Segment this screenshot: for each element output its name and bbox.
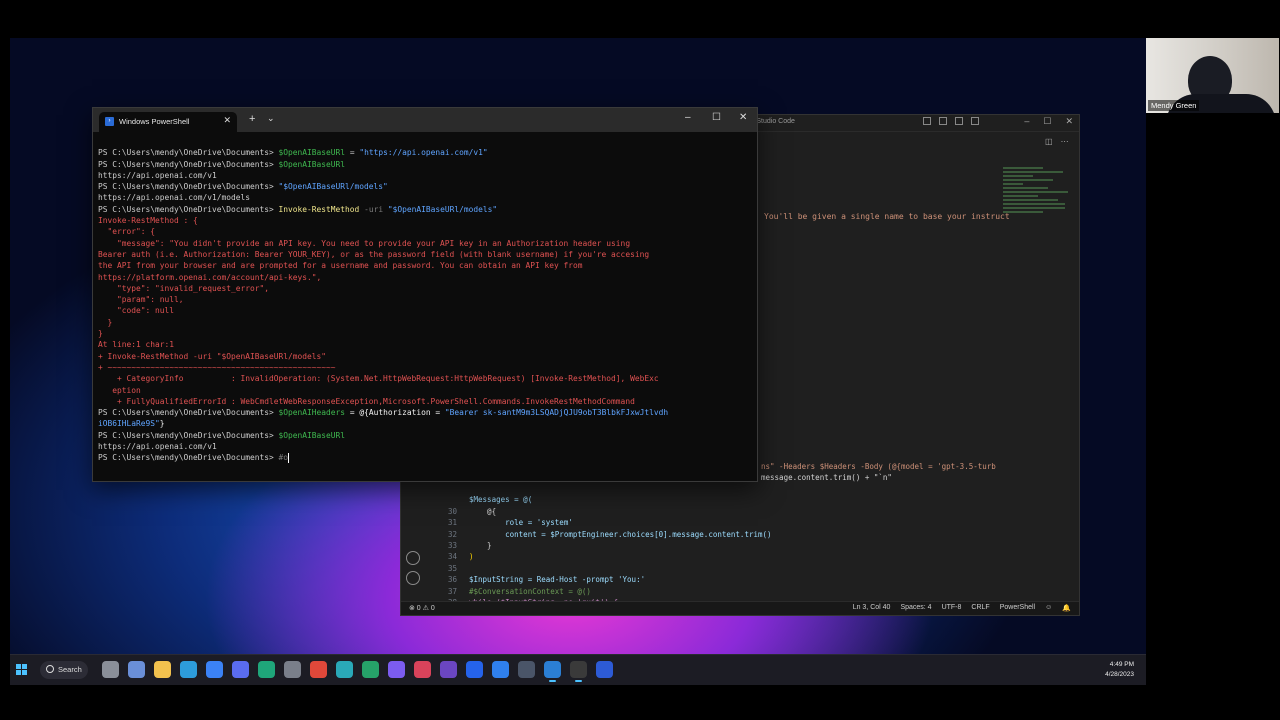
- layout-secondary-icon[interactable]: [955, 117, 963, 125]
- activity-bar: [401, 545, 425, 591]
- task-view-icon[interactable]: [102, 661, 119, 678]
- photos-icon[interactable]: [518, 661, 535, 678]
- minimize-icon[interactable]: –: [685, 112, 691, 123]
- taskbar: Search 4:49 PM 4/28/2023: [10, 654, 1146, 685]
- bell-icon[interactable]: 🔔: [1062, 604, 1071, 612]
- terminal-line: PS C:\Users\mendy\OneDrive\Documents> $O…: [98, 148, 488, 158]
- code-line: 30 @{: [447, 506, 497, 516]
- minimize-icon[interactable]: –: [1024, 116, 1029, 127]
- split-editor-icon[interactable]: ◫: [1045, 137, 1053, 146]
- powershell-icon: ›: [105, 117, 114, 126]
- file-explorer-icon[interactable]: [154, 661, 171, 678]
- powershell-window[interactable]: › Windows PowerShell ✕ + ⌄ – ☐ ✕ PS C:\U…: [92, 107, 758, 482]
- chevron-down-icon[interactable]: ⌄: [267, 113, 275, 124]
- terminal-icon[interactable]: [570, 661, 587, 682]
- encoding[interactable]: UTF-8: [942, 604, 962, 612]
- edge-beta-icon[interactable]: [336, 661, 353, 678]
- more-actions-icon[interactable]: ⋯: [1061, 137, 1069, 146]
- code-line: 32 content = $PromptEngineer.choices[0].…: [447, 529, 772, 539]
- terminal-input-line[interactable]: PS C:\Users\mendy\OneDrive\Documents> #o: [98, 452, 749, 463]
- discord-icon[interactable]: [388, 661, 405, 678]
- terminal-line: PS C:\Users\mendy\OneDrive\Documents> $O…: [98, 408, 669, 418]
- word-icon[interactable]: [466, 661, 483, 678]
- windows-start-icon[interactable]: [16, 664, 28, 676]
- terminal-output[interactable]: PS C:\Users\mendy\OneDrive\Documents> $O…: [98, 136, 749, 481]
- maximize-icon[interactable]: ☐: [712, 112, 721, 123]
- vscode-icon[interactable]: [544, 661, 561, 682]
- app-icon[interactable]: [414, 661, 431, 678]
- teams-icon[interactable]: [232, 661, 249, 678]
- status-bar: ⊗ 0 ⚠ 0 Ln 3, Col 40 Spaces: 4 UTF-8 CRL…: [401, 601, 1079, 615]
- close-icon[interactable]: ✕: [739, 112, 747, 123]
- zoom-icon[interactable]: [596, 661, 613, 678]
- close-tab-icon[interactable]: ✕: [223, 115, 231, 126]
- chrome-icon[interactable]: [362, 661, 379, 678]
- layout-sidebar-icon[interactable]: [923, 117, 931, 125]
- office-icon[interactable]: [310, 661, 327, 678]
- code-line: 35: [447, 563, 457, 573]
- close-icon[interactable]: ✕: [1065, 116, 1073, 127]
- terminal-line: iOB6IHLaRe9S"}: [98, 419, 165, 429]
- layout-customize-icon[interactable]: [971, 117, 979, 125]
- code-line: 37 #$ConversationContext = @(): [447, 586, 591, 596]
- calendar-icon[interactable]: [492, 661, 509, 678]
- terminal-line: PS C:\Users\mendy\OneDrive\Documents> $O…: [98, 430, 346, 440]
- code-editor[interactable]: $Messages = @(30 @{ 31 role = 'system' 32 …: [433, 483, 772, 615]
- webcam-feed: Mendy Green: [1146, 38, 1279, 113]
- code-line: 34): [447, 552, 474, 562]
- code-line: 36 $InputString = Read-Host -prompt 'You:…: [447, 575, 646, 585]
- new-tab-icon[interactable]: +: [249, 113, 255, 125]
- terminal-line: https://api.openai.com/v1: [98, 442, 217, 452]
- code-line: $Messages = @(: [469, 495, 533, 505]
- code-right-fragment: ns" -Headers $Headers -Body (@{model = '…: [761, 462, 996, 482]
- edge-dev-icon[interactable]: [258, 661, 275, 678]
- tab-label: Windows PowerShell: [119, 117, 190, 126]
- code-line: 31 role = 'system': [447, 518, 573, 528]
- code-line-string: You'll be given a single name to base yo…: [764, 212, 1010, 221]
- system-clock[interactable]: 4:49 PM 4/28/2023: [1105, 660, 1134, 680]
- onenote-icon[interactable]: [440, 661, 457, 678]
- clock-date: 4/28/2023: [1105, 671, 1134, 678]
- tab-windows-powershell[interactable]: › Windows PowerShell ✕: [99, 112, 237, 132]
- text-cursor: [288, 452, 290, 463]
- participant-name: Mendy Green: [1148, 100, 1200, 111]
- line-ending[interactable]: CRLF: [971, 604, 989, 612]
- cursor-position[interactable]: Ln 3, Col 40: [853, 604, 891, 612]
- minimap[interactable]: [1003, 165, 1073, 255]
- account-icon[interactable]: [406, 551, 420, 565]
- gear-icon[interactable]: [406, 571, 420, 585]
- clock-time: 4:49 PM: [1109, 661, 1134, 668]
- indentation[interactable]: Spaces: 4: [900, 604, 931, 612]
- feedback-icon[interactable]: ☺: [1045, 604, 1052, 612]
- snipping-tool-icon[interactable]: [284, 661, 301, 678]
- error-output: Invoke-RestMethod : { "error": { "messag…: [98, 216, 659, 406]
- maximize-icon[interactable]: ☐: [1043, 116, 1051, 127]
- code-line: 33 }: [447, 541, 492, 551]
- terminal-line: PS C:\Users\mendy\OneDrive\Documents> "$…: [98, 182, 388, 192]
- problems-indicator[interactable]: ⊗ 0 ⚠ 0: [409, 604, 435, 612]
- language-mode[interactable]: PowerShell: [1000, 604, 1035, 612]
- chat-icon[interactable]: [128, 661, 145, 678]
- terminal-line: https://api.openai.com/v1/models: [98, 193, 251, 203]
- terminal-tabstrip[interactable]: › Windows PowerShell ✕ + ⌄ – ☐ ✕: [93, 108, 757, 132]
- terminal-line: PS C:\Users\mendy\OneDrive\Documents> In…: [98, 204, 498, 214]
- search-icon: [46, 665, 54, 673]
- terminal-line: PS C:\Users\mendy\OneDrive\Documents> $O…: [98, 159, 346, 169]
- edge-icon[interactable]: [180, 661, 197, 678]
- taskbar-search[interactable]: Search: [40, 661, 88, 679]
- layout-panel-icon[interactable]: [939, 117, 947, 125]
- store-icon[interactable]: [206, 661, 223, 678]
- terminal-line: https://api.openai.com/v1: [98, 170, 217, 180]
